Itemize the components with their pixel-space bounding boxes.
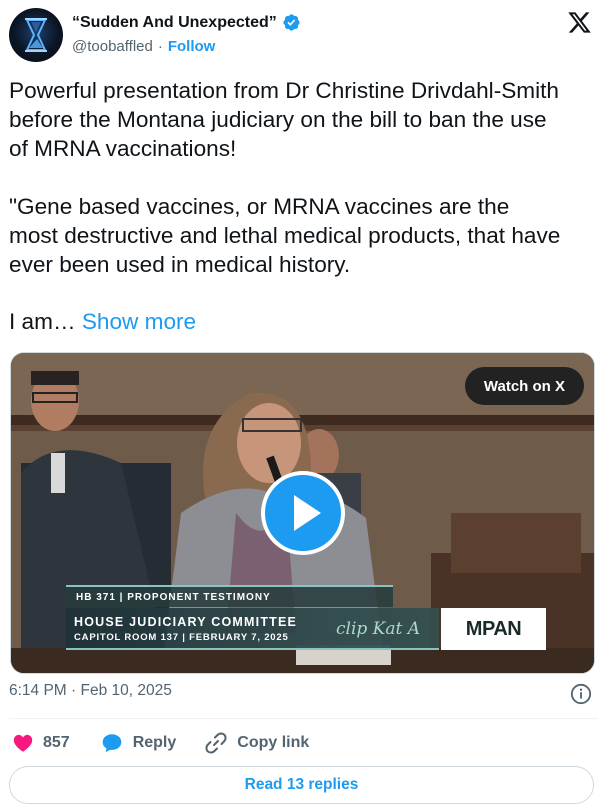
tweet-timestamp[interactable]: 6:14 PM · Feb 10, 2025: [9, 682, 172, 700]
play-button[interactable]: [261, 471, 345, 555]
link-icon: [205, 732, 227, 754]
lower-third-bill: HB 371 | PROPONENT TESTIMONY: [66, 585, 393, 607]
show-more-link[interactable]: Show more: [82, 309, 196, 334]
reply-bubble-icon: [102, 734, 122, 753]
tweet-text-tail: I am…: [9, 309, 76, 334]
lower-third-committee: HOUSE JUDICIARY COMMITTEE: [74, 615, 298, 629]
copy-link-button[interactable]: Copy link: [204, 731, 309, 755]
play-icon: [294, 495, 321, 531]
lower-third-clip: clip Kat A: [336, 619, 421, 639]
read-replies-button[interactable]: Read 13 replies: [9, 766, 594, 804]
lower-third-banner: HOUSE JUDICIARY COMMITTEE CAPITOL ROOM 1…: [66, 608, 439, 650]
divider: [9, 718, 598, 719]
heart-icon: [13, 734, 33, 752]
network-logo-text: MPAN: [465, 617, 522, 640]
separator-dot: ·: [157, 38, 163, 55]
x-logo-icon[interactable]: [567, 10, 592, 35]
reply-label: Reply: [132, 734, 177, 751]
avatar-hourglass-icon: [25, 18, 47, 52]
tweet-text-truncated-line: I am… Show more: [9, 307, 196, 336]
like-button[interactable]: 857: [12, 732, 70, 754]
author-handle[interactable]: @toobaffled: [72, 38, 153, 55]
like-count: 857: [43, 734, 70, 751]
network-logo: MPAN: [441, 608, 546, 650]
tweet-text: Powerful presentation from Dr Christine …: [9, 78, 561, 277]
lower-third-room: CAPITOL ROOM 137 | FEBRUARY 7, 2025: [74, 632, 289, 643]
video-player[interactable]: Watch on X HB 371 | PROPONENT TESTIMONY …: [10, 352, 595, 674]
follow-button[interactable]: Follow: [168, 38, 216, 55]
verified-badge-icon: [283, 14, 300, 31]
info-icon[interactable]: [570, 683, 592, 705]
author-display-name[interactable]: “Sudden And Unexpected”: [72, 14, 277, 32]
copy-link-label: Copy link: [237, 734, 310, 751]
tweet-actions: 857 Reply Copy link: [12, 730, 309, 756]
author-handle-row: @toobaffled · Follow: [72, 38, 215, 55]
watch-on-x-button[interactable]: Watch on X: [464, 367, 584, 405]
author-name-row: “Sudden And Unexpected”: [72, 13, 301, 32]
tweet-header: “Sudden And Unexpected” @toobaffled · Fo…: [0, 0, 607, 80]
avatar[interactable]: [9, 8, 63, 62]
reply-button[interactable]: Reply: [100, 732, 177, 754]
